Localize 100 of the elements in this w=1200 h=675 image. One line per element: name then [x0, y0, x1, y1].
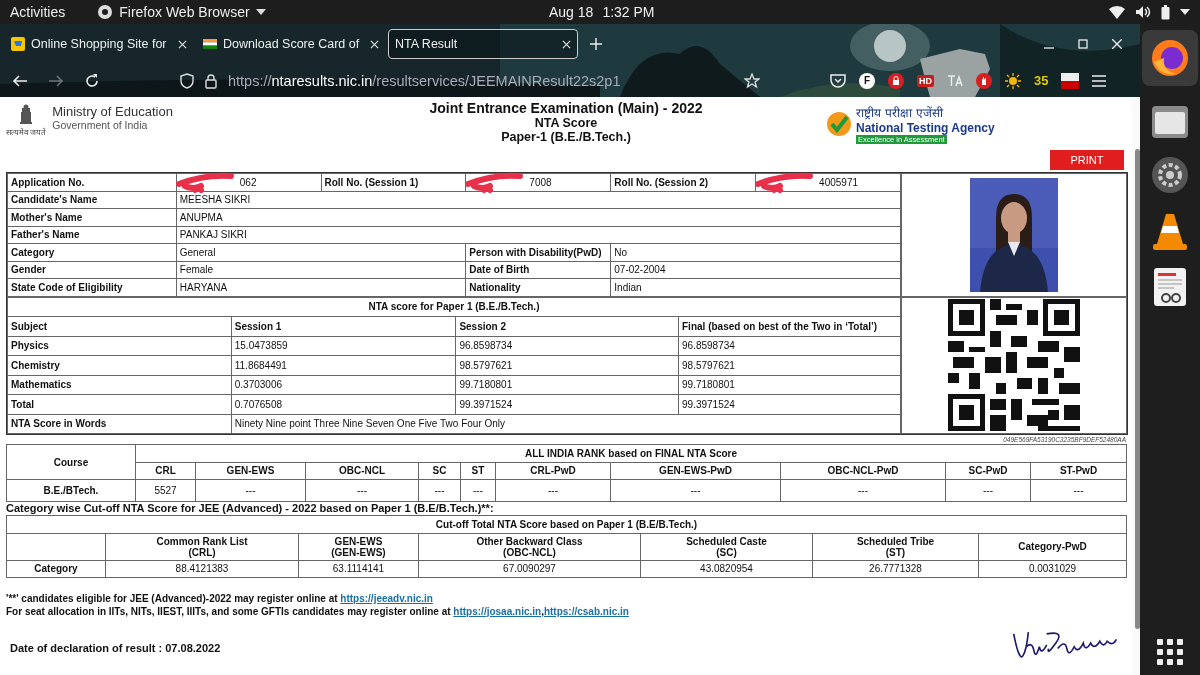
column-header: (OBC-NCL): [502, 546, 557, 558]
table-cell: 43.0820954: [640, 560, 813, 578]
print-button[interactable]: PRINT: [1050, 150, 1124, 170]
browser-tab[interactable]: NTA Result: [388, 29, 578, 59]
score-title: NTA Score: [534, 116, 598, 130]
bookmark-star-icon[interactable]: [744, 72, 760, 89]
row-header: B.E./BTech.: [6, 479, 136, 502]
link[interactable]: https://josaa.nic.in: [453, 606, 542, 617]
column-header: Subject: [7, 316, 232, 336]
shield-icon[interactable]: [180, 72, 194, 89]
column-header: Final (based on best of the Two in ‘Total’): [678, 316, 901, 336]
table-title: ALL INDIA RANK based on FINAL NTA Score: [135, 444, 1127, 462]
column-header: Scheduled Caste: [685, 535, 768, 547]
column-header: Scheduled Tribe: [855, 535, 936, 547]
lock-icon[interactable]: [204, 72, 218, 89]
table-title: NTA score for Paper 1 (B.E./B.Tech.): [7, 297, 901, 317]
new-tab-icon[interactable]: [590, 38, 602, 50]
browser-icon[interactable]: [97, 4, 114, 20]
folder-icon[interactable]: [1152, 104, 1188, 138]
column-header: Category-PwD: [1017, 541, 1088, 552]
paper-title: Paper-1 (B.E./B.Tech.): [501, 130, 631, 144]
table-cell: 96.8598734: [678, 336, 901, 356]
column-header: SC-PwD: [945, 462, 1031, 480]
table-cell: 98.5797621: [678, 355, 901, 375]
clock[interactable]: Aug 18 1:32 PM: [549, 4, 655, 20]
field-value: ANUPMA: [176, 208, 901, 226]
firefox-icon[interactable]: [1150, 38, 1190, 78]
table-cell: ---: [1030, 479, 1127, 502]
lock-icon[interactable]: [888, 72, 904, 89]
table-cell: 98.5797621: [455, 355, 679, 375]
volume-icon[interactable]: [1135, 5, 1151, 19]
table-cell: 99.7180801: [455, 375, 679, 395]
field-label: Nationality: [465, 278, 611, 296]
field-label: Roll No. (Session 2): [610, 173, 756, 191]
note-text: For seat allocation in IITs, NITs, IIEST, IIITs, and some GFTIs candidates may register online at https://josaa.nic.in,https://csab.nic.in: [6, 605, 630, 618]
column-header: OBC-NCL: [305, 462, 419, 480]
browser-tab[interactable]: Online Shopping Site for: [4, 29, 194, 59]
column-header: GEN-EWS-PwD: [610, 462, 781, 480]
battery-icon[interactable]: [1161, 4, 1170, 20]
close-icon[interactable]: [562, 39, 571, 49]
table-cell: Mathematics: [7, 375, 232, 395]
caret-icon[interactable]: [1180, 9, 1190, 15]
close-icon[interactable]: [370, 39, 379, 49]
table-cell: 88.4121383: [105, 560, 299, 578]
table-cell: ---: [418, 479, 461, 502]
table-cell: 99.7180801: [678, 375, 901, 395]
field-label: Mother's Name: [7, 208, 177, 226]
column-header: ST-PwD: [1030, 462, 1127, 480]
menu-icon[interactable]: [1092, 74, 1107, 87]
table-cell: 99.3971524: [678, 394, 901, 414]
traffic-cone-icon[interactable]: [1153, 212, 1187, 250]
column-header: Session 1: [231, 316, 456, 336]
table-cell: 99.3971524: [455, 394, 679, 414]
check-logo-icon: [826, 111, 852, 137]
app-menu-label[interactable]: Firefox Web Browser: [119, 4, 250, 20]
note-text: '**' candidates eligible for JEE (Advanced)-2022 may register online at https://jeeadv.nic.in: [6, 592, 434, 605]
close-icon[interactable]: [1112, 39, 1122, 49]
field-label: Person with Disability(PwD): [465, 243, 611, 261]
column-header: CRL-PwD: [495, 462, 611, 480]
news-icon[interactable]: [1061, 72, 1080, 89]
table-cell: 96.8598734: [455, 336, 679, 356]
motto-text: सत्यमेव जयते: [6, 127, 47, 137]
field-value: Indian: [610, 278, 901, 296]
table-cell: Total: [7, 394, 232, 414]
sun-icon[interactable]: [1005, 72, 1021, 89]
table-cell: 5527: [135, 479, 196, 502]
reload-icon[interactable]: [84, 72, 100, 89]
wifi-icon[interactable]: [1109, 5, 1125, 19]
close-icon[interactable]: [178, 39, 187, 49]
row-header: Category: [6, 560, 106, 578]
table-cell: ---: [460, 479, 496, 502]
table-cell: 11.8684491: [231, 355, 456, 375]
column-header: (SC): [715, 546, 738, 558]
column-header: Session 2: [455, 316, 679, 336]
apps-grid-icon[interactable]: [1157, 639, 1183, 665]
table-cell: 0.7076508: [231, 394, 456, 414]
activities-button[interactable]: Activities: [10, 4, 66, 20]
field-value: 062: [239, 176, 257, 188]
table-cell: ---: [195, 479, 306, 502]
back-icon[interactable]: [12, 72, 28, 89]
link[interactable]: https://jeeadv.nic.in: [340, 593, 433, 604]
shopping-bag-icon: [11, 37, 25, 51]
column-header: Other Backward Class: [475, 535, 584, 547]
pocket-icon[interactable]: [830, 73, 846, 88]
caret-icon[interactable]: [255, 9, 266, 15]
field-label: Category: [7, 243, 177, 261]
agency-name: National Testing Agency: [856, 121, 995, 135]
field-label: Date of Birth: [465, 261, 611, 279]
extension-badge[interactable]: 35: [1034, 73, 1049, 88]
settings-icon[interactable]: [1151, 156, 1189, 194]
url-field[interactable]: https://ntaresults.nic.in/resultservices/JEEMAINResult22s2p1: [228, 72, 621, 89]
flag-icon: [203, 37, 217, 51]
column-header: SC: [418, 462, 461, 480]
hand-icon[interactable]: [976, 72, 992, 89]
document-icon[interactable]: [1154, 268, 1186, 306]
table-cell: Physics: [7, 336, 232, 356]
table-title: Cut-off Total NTA Score based on Paper 1 (B.E/B.Tech.): [6, 515, 1127, 533]
link[interactable]: https://csab.nic.in: [543, 606, 629, 617]
maximize-icon[interactable]: [1078, 39, 1088, 49]
browser-tab[interactable]: Download Score Card of: [196, 29, 386, 59]
